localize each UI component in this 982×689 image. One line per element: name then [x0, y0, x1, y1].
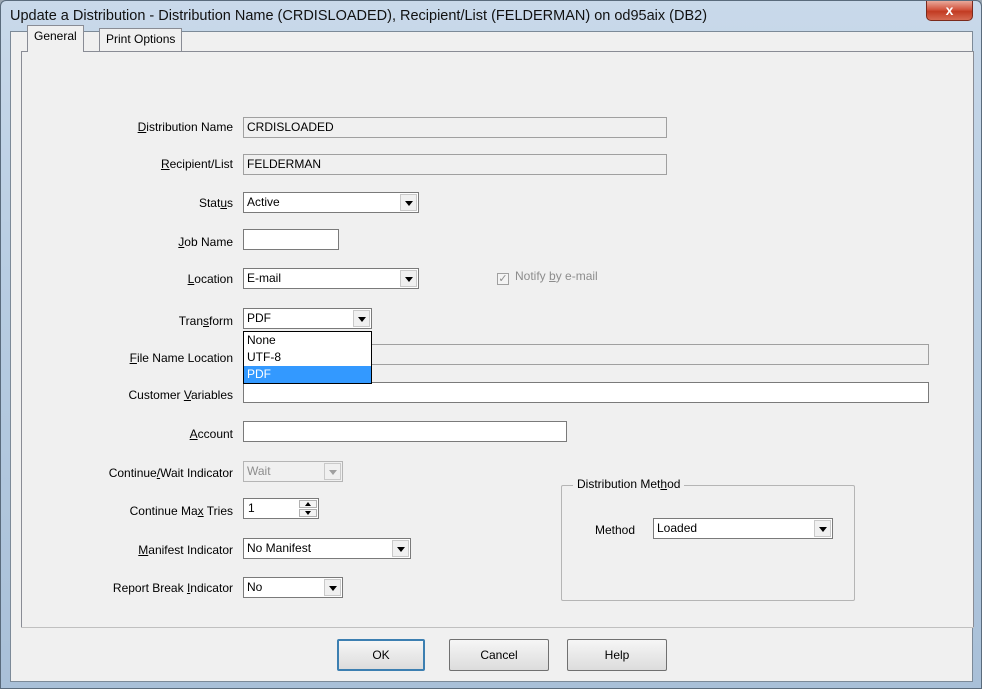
notify-by-email-checkbox-row: ✓ Notify by e-mail	[497, 269, 598, 285]
help-button[interactable]: Help	[567, 639, 667, 671]
customer-variables-input[interactable]	[243, 382, 929, 403]
bottom-separator	[21, 627, 974, 628]
continue-wait-label: Continue/Wait Indicator	[108, 466, 233, 480]
distribution-name-label: Distribution Name	[137, 120, 233, 134]
continue-wait-select: Wait	[243, 461, 343, 482]
location-select[interactable]: E-mail	[243, 268, 419, 289]
distribution-name-field: CRDISLOADED	[243, 117, 667, 138]
status-value: Active	[247, 195, 280, 209]
location-label: Location	[187, 272, 233, 286]
chevron-down-icon[interactable]	[324, 579, 341, 596]
continue-wait-value: Wait	[247, 464, 271, 478]
tab-general[interactable]: General	[27, 25, 84, 52]
chevron-down-icon	[324, 463, 341, 480]
title-bar[interactable]: Update a Distribution - Distribution Nam…	[1, 1, 981, 31]
recipient-list-label: Recipient/List	[160, 157, 233, 171]
spin-down-icon[interactable]	[299, 509, 317, 517]
transform-option-pdf[interactable]: PDF	[244, 366, 371, 383]
chevron-down-icon[interactable]	[392, 540, 409, 557]
method-value: Loaded	[657, 521, 698, 535]
job-name-input[interactable]	[243, 229, 339, 250]
manifest-indicator-value: No Manifest	[247, 541, 312, 555]
notify-by-email-checkbox: ✓	[497, 273, 509, 285]
report-break-indicator-label: Report Break Indicator	[112, 581, 233, 595]
distribution-method-title: Distribution Method	[573, 477, 685, 491]
job-name-label: Job Name	[178, 235, 233, 249]
chevron-down-icon[interactable]	[400, 194, 417, 211]
transform-label: Transform	[178, 314, 233, 328]
continue-max-tries-stepper[interactable]: 1	[243, 498, 319, 519]
tab-print-options[interactable]: Print Options	[99, 28, 183, 51]
manifest-indicator-select[interactable]: No Manifest	[243, 538, 411, 559]
account-label: Account	[189, 427, 233, 441]
transform-dropdown-list: None UTF-8 PDF	[243, 331, 372, 384]
chevron-down-icon[interactable]	[353, 310, 370, 327]
dialog-window: Update a Distribution - Distribution Nam…	[0, 0, 982, 689]
transform-value: PDF	[247, 311, 271, 325]
transform-option-utf8[interactable]: UTF-8	[244, 349, 371, 366]
chevron-down-icon[interactable]	[814, 520, 831, 537]
status-label: Status	[198, 196, 233, 210]
method-label: Method	[595, 523, 636, 537]
customer-variables-label: Customer Variables	[128, 388, 233, 402]
file-name-location-label: File Name Location	[129, 351, 233, 365]
distribution-method-group	[561, 485, 855, 601]
transform-option-none[interactable]: None	[244, 332, 371, 349]
spin-buttons	[299, 500, 317, 517]
spin-up-icon[interactable]	[299, 500, 317, 508]
report-break-indicator-value: No	[247, 580, 263, 594]
method-select[interactable]: Loaded	[653, 518, 833, 539]
location-value: E-mail	[247, 271, 282, 285]
account-input[interactable]	[243, 421, 567, 442]
continue-max-tries-label: Continue Max Tries	[129, 504, 233, 518]
status-select[interactable]: Active	[243, 192, 419, 213]
recipient-list-field: FELDERMAN	[243, 154, 667, 175]
manifest-indicator-label: Manifest Indicator	[138, 543, 233, 557]
chevron-down-icon[interactable]	[400, 270, 417, 287]
continue-max-tries-value[interactable]: 1	[248, 501, 255, 515]
window-title: Update a Distribution - Distribution Nam…	[10, 8, 708, 24]
transform-select[interactable]: PDF	[243, 308, 372, 329]
close-button[interactable]: x	[926, 1, 973, 21]
cancel-button[interactable]: Cancel	[449, 639, 549, 671]
ok-button[interactable]: OK	[337, 639, 425, 671]
report-break-indicator-select[interactable]: No	[243, 577, 343, 598]
